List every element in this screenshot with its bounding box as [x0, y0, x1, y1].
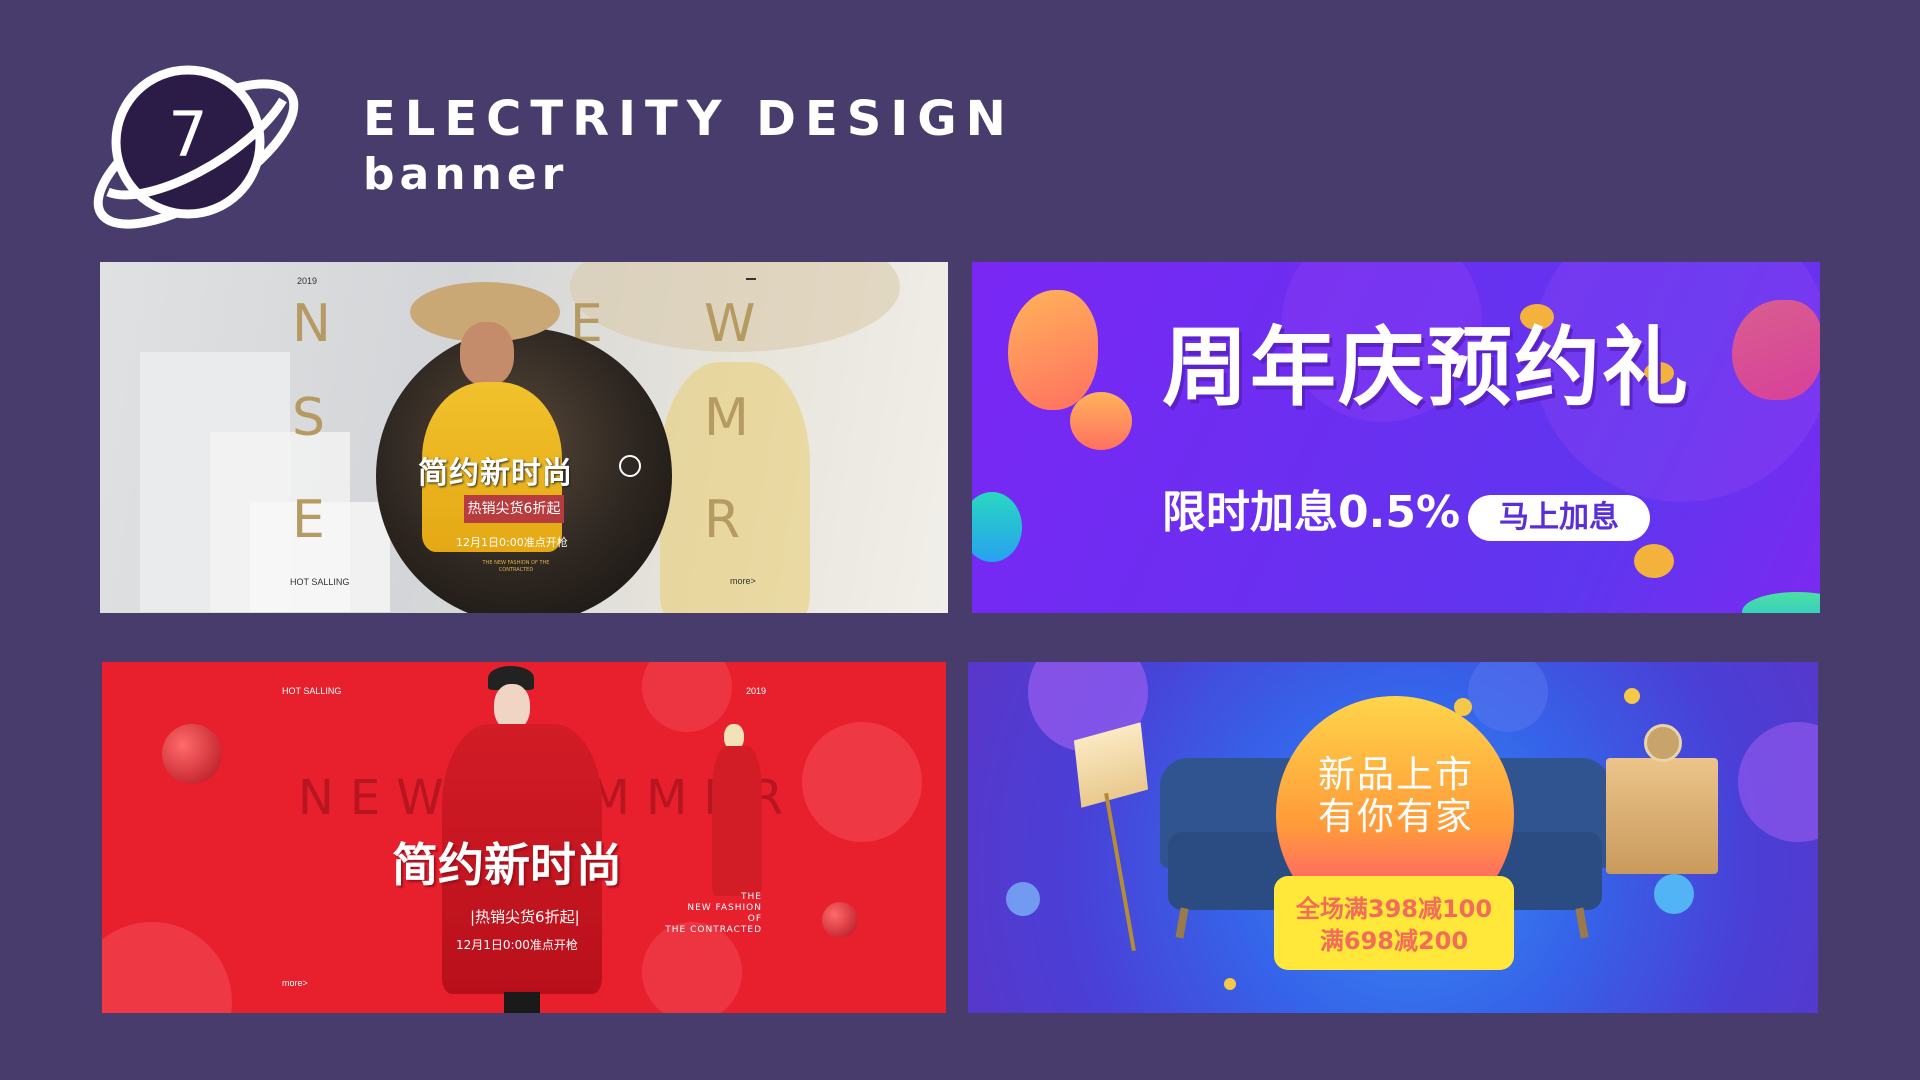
caption-line: THE [741, 892, 762, 902]
bg-circle [642, 662, 732, 732]
page-title: ELECTRITY DESIGN [363, 91, 1015, 147]
blob [1008, 290, 1098, 410]
small-caption: THE NEW FASHION OF THE CONTRACTED [482, 560, 550, 573]
caption-line: OF [747, 914, 762, 924]
dot [1624, 688, 1640, 704]
fashion-banner-gold[interactable]: 2019 N E W S U M M E R 简约新时尚 热销尖货6折起 12月… [100, 262, 948, 613]
letter-m: M [704, 388, 749, 448]
year-label: 2019 [746, 686, 767, 696]
bubble [1006, 882, 1040, 916]
dot [1224, 978, 1236, 990]
add-interest-button[interactable]: 马上加息 [1468, 495, 1650, 541]
title-line-1: 新品上市 [1318, 753, 1474, 796]
caption-line: NEW FASHION [687, 903, 762, 913]
bg-circle [1738, 722, 1818, 842]
more-link[interactable]: more> [730, 576, 756, 586]
blob [972, 492, 1022, 562]
fashion-banner-red[interactable]: HOT SALLING 2019 NEW SUMMER 简约新时尚 |热销尖货6… [102, 662, 946, 1013]
clock-icon [1644, 724, 1682, 762]
hot-label: HOT SALLING [290, 577, 350, 587]
ball-decoration [822, 902, 858, 938]
letter-e: E [292, 490, 325, 550]
year-label: 2019 [297, 276, 318, 286]
offer-line-2: 满698减200 [1319, 927, 1469, 955]
caption-block: THE NEW FASHION OF THE CONTRACTED [642, 892, 762, 936]
title-line-2: 有你有家 [1318, 795, 1474, 838]
sofa-leg [1575, 907, 1589, 939]
letter-s: S [292, 388, 326, 448]
logo-number: 7 [168, 98, 208, 171]
lamp-pole [1104, 792, 1136, 952]
blob [1742, 592, 1820, 613]
anniversary-banner-purple[interactable]: 周年庆预约礼 限时加息0.5% 马上加息 [972, 262, 1820, 613]
blob [1070, 392, 1132, 450]
caption-line: THE CONTRACTED [665, 925, 762, 935]
planet-logo: 7 [78, 42, 318, 242]
promo-tag: |热销尖货6折起| [470, 908, 580, 926]
more-link[interactable]: more> [282, 978, 308, 988]
page-subtitle: banner [363, 149, 569, 200]
bg-circle [102, 922, 232, 1013]
nightstand-icon [1606, 758, 1718, 874]
dash [746, 278, 756, 280]
headline: 简约新时尚 [418, 456, 573, 491]
coin-icon [1634, 544, 1674, 578]
bg-circle [1468, 662, 1548, 732]
face [460, 322, 514, 386]
headline: 简约新时尚 [392, 838, 622, 892]
play-icon[interactable] [619, 455, 641, 477]
boots [504, 992, 540, 1013]
red-coat [712, 746, 762, 896]
letter-n: N [292, 294, 331, 354]
sale-date: 12月1日0:00准点开枪 [456, 938, 578, 952]
sale-date: 12月1日0:00准点开枪 [456, 536, 568, 549]
promo-tag: 热销尖货6折起 [464, 495, 564, 523]
subheadline: 限时加息0.5% [1162, 487, 1461, 538]
furniture-banner-blue[interactable]: 新品上市 有你有家 全场满398减100 满698减200 [968, 662, 1818, 1013]
sofa-leg [1175, 907, 1189, 939]
hot-label: HOT SALLING [282, 686, 342, 696]
headline: 周年庆预约礼 [1162, 318, 1690, 418]
offer-line-1: 全场满398减100 [1295, 895, 1493, 923]
ball-decoration [162, 724, 222, 784]
bg-circle [802, 722, 922, 842]
bubble [1654, 874, 1694, 914]
letter-w: W [704, 294, 756, 354]
letter-r: R [704, 490, 741, 550]
